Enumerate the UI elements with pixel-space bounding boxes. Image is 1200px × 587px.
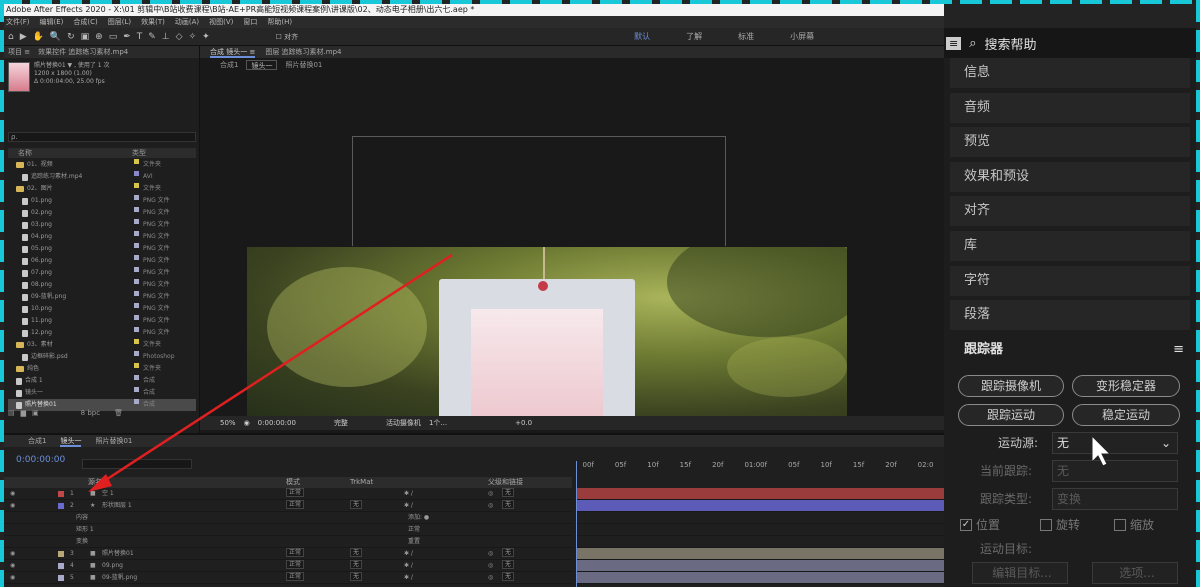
search-icon: ⌕: [969, 35, 977, 51]
tracker-title: 跟踪器: [964, 342, 1004, 357]
rotation-label: 旋转: [1056, 518, 1081, 532]
warp-stabilizer-button[interactable]: 变形稳定器: [1072, 375, 1180, 397]
annotation-arrow-line: [97, 253, 453, 487]
rotation-checkbox[interactable]: 旋转: [1040, 516, 1080, 533]
options-button[interactable]: 选项...: [1092, 562, 1178, 584]
stabilize-motion-button[interactable]: 稳定运动: [1072, 404, 1180, 426]
annotation-arrow: [88, 253, 453, 492]
annotation-arrow-head: [88, 474, 112, 492]
right-border: [1196, 0, 1200, 587]
tracker-menu-icon[interactable]: ≡: [1173, 334, 1184, 366]
motion-target-label: 运动目标:: [980, 542, 1033, 556]
panel-item[interactable]: 对齐: [950, 196, 1190, 227]
tracker-header: 跟踪器 ≡: [950, 334, 1190, 366]
motion-source-value: 无: [1057, 436, 1070, 450]
motion-source-label: 运动源:: [998, 436, 1039, 450]
current-track-select[interactable]: 无: [1052, 460, 1178, 482]
help-search-label: 搜索帮助: [984, 37, 1037, 53]
checkbox-box: [1114, 518, 1126, 531]
track-type-value: 变换: [1057, 492, 1082, 506]
track-motion-button[interactable]: 跟踪运动: [958, 404, 1064, 426]
position-label: 位置: [976, 518, 1001, 532]
motion-source-select[interactable]: 无 ⌄: [1052, 432, 1178, 454]
checkmark-icon: ✓: [960, 518, 972, 531]
scale-label: 缩放: [1130, 518, 1155, 532]
panel-item[interactable]: 预览: [950, 127, 1190, 158]
panel-item[interactable]: 段落: [950, 300, 1190, 331]
help-search[interactable]: ≡ ⌕ 搜索帮助: [944, 28, 1196, 58]
track-camera-button[interactable]: 跟踪摄像机: [958, 375, 1064, 397]
panel-item[interactable]: 信息: [950, 58, 1190, 88]
edit-target-button[interactable]: 编辑目标...: [972, 562, 1068, 584]
mouse-cursor-icon: [1091, 434, 1112, 467]
panel-item[interactable]: 字符: [950, 265, 1190, 296]
track-type-select[interactable]: 变换: [1052, 488, 1178, 510]
current-track-value: 无: [1057, 464, 1070, 478]
right-panel: ≡ ⌕ 搜索帮助 信息 音频 预览 效果和预设 对齐库字符 段落 跟踪器 ≡ 跟踪摄像机 …: [944, 28, 1196, 587]
panel-item[interactable]: 库: [950, 231, 1190, 261]
scale-checkbox[interactable]: 缩放: [1114, 516, 1154, 533]
current-track-label: 当前跟踪:: [980, 464, 1033, 478]
position-checkbox[interactable]: ✓ 位置: [960, 516, 1000, 533]
checkbox-box: [1040, 518, 1052, 531]
panel-item[interactable]: 音频: [950, 92, 1190, 123]
panel-menu-icon[interactable]: ≡: [946, 36, 962, 50]
track-type-label: 跟踪类型:: [980, 492, 1033, 506]
chevron-down-icon: ⌄: [1160, 436, 1171, 450]
panel-item[interactable]: 效果和预设: [950, 161, 1190, 192]
